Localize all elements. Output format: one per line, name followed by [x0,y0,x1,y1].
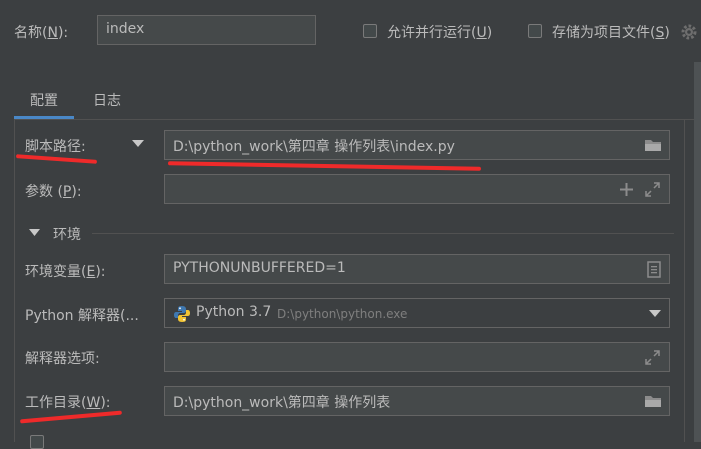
name-label: 名称(N): [14,22,68,42]
allow-parallel-checkbox[interactable] [363,24,377,38]
interpreter-name: Python 3.7 [196,304,272,320]
chevron-down-icon[interactable] [649,310,661,318]
interpreter-options-label: 解释器选项: [25,348,100,368]
params-label-text: 参数 ( [25,184,63,200]
scrollbar-thumb[interactable] [694,62,701,442]
store-project-end: ) [664,25,670,41]
params-input[interactable] [164,174,670,204]
interpreter-path: D:\python\python.exe [277,307,408,321]
env-section-title-text: 环境 [53,227,81,243]
params-label-end: ): [71,184,82,200]
script-path-input[interactable]: D:\python_work\第四章 操作列表\index.py [164,130,670,160]
script-path-label-text: 脚本路径: [25,139,86,155]
tab-log-label: 日志 [93,93,121,109]
script-path-value: D:\python_work\第四章 操作列表\index.py [173,139,455,155]
name-label-end: ): [57,25,69,41]
document-icon[interactable] [647,261,661,278]
params-label: 参数 (P): [25,181,82,201]
env-vars-label-text: 环境变量( [25,264,87,280]
env-vars-input[interactable]: PYTHONUNBUFFERED=1 [164,254,670,284]
script-path-label: 脚本路径: [25,136,86,156]
allow-parallel-key: U [476,25,487,41]
script-type-dropdown-icon[interactable] [132,140,144,148]
env-section-divider [92,233,674,234]
collapse-arrow-icon[interactable] [29,229,40,237]
working-dir-label-end: ): [100,395,111,411]
env-vars-label-end: ): [95,264,106,280]
tab-config[interactable]: 配置 [30,90,58,110]
env-vars-label-key: E [86,264,96,280]
folder-icon[interactable] [644,394,662,408]
name-label-text: 名称( [14,25,48,41]
tab-config-label: 配置 [30,93,58,109]
working-dir-label-key: W [86,395,101,411]
store-project-checkbox[interactable] [528,24,542,38]
bottom-checkbox[interactable] [30,435,44,449]
gear-icon[interactable] [680,23,698,41]
tab-log[interactable]: 日志 [93,90,121,110]
interpreter-label-text: Python 解释器(... [25,308,139,324]
folder-icon[interactable] [644,138,662,152]
allow-parallel-label[interactable]: 允许并行运行(U) [387,22,492,42]
store-project-text: 存储为项目文件( [552,25,656,41]
allow-parallel-text: 允许并行运行( [387,25,477,41]
working-dir-label: 工作目录(W): [25,392,111,412]
working-dir-label-text: 工作目录( [25,395,87,411]
store-project-label[interactable]: 存储为项目文件(S) [552,22,670,42]
interpreter-label: Python 解释器(... [25,305,139,325]
expand-icon[interactable] [645,350,660,365]
python-logo-icon [174,306,190,322]
working-dir-value: D:\python_work\第四章 操作列表 [173,395,391,411]
working-dir-input[interactable]: D:\python_work\第四章 操作列表 [164,386,670,416]
name-input-value: index [106,21,145,37]
name-label-key: N [47,25,58,41]
env-vars-label: 环境变量(E): [25,261,106,281]
expand-icon[interactable] [645,182,660,197]
interpreter-options-input[interactable] [164,342,670,372]
interpreter-options-label-text: 解释器选项: [25,351,100,367]
interpreter-select[interactable]: Python 3.7 D:\python\python.exe [164,298,670,328]
env-section-title[interactable]: 环境 [53,224,81,244]
name-input[interactable]: index [97,15,316,45]
plus-icon[interactable] [620,183,633,196]
allow-parallel-end: ) [486,25,493,41]
env-vars-value: PYTHONUNBUFFERED=1 [173,260,346,276]
